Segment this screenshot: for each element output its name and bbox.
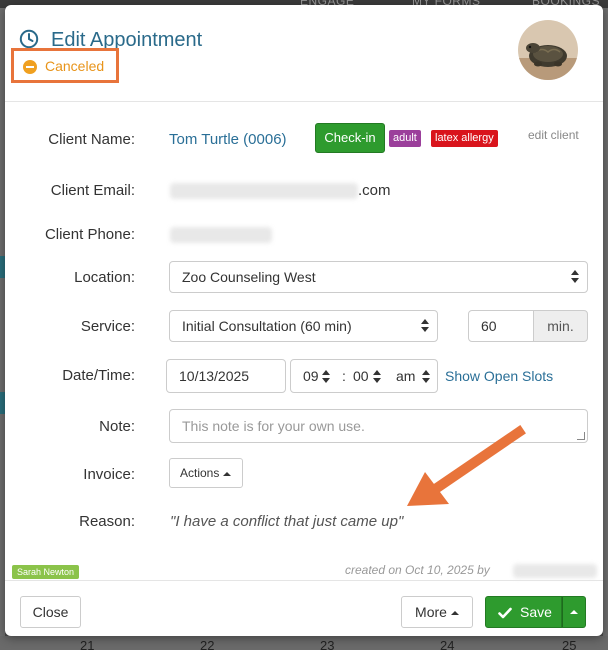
modal-body: Client Name: Tom Turtle (0006) Check-in … [5,102,603,580]
check-icon [498,607,512,619]
service-select[interactable]: Initial Consultation (60 min) [169,310,438,342]
background-calendar-row: 21 22 23 24 25 [0,636,608,650]
bg-day-number: 22 [200,638,215,650]
modal-header: Edit Appointment Canceled [5,5,603,102]
ampm-arrows-icon[interactable] [422,370,430,384]
service-value: Initial Consultation (60 min) [182,318,352,334]
tag-latex-allergy: latex allergy [431,130,498,147]
actions-label: Actions [180,466,220,480]
annotation-arrow-icon [407,425,526,506]
redacted-email [170,183,358,199]
minute-arrows-icon[interactable] [373,370,381,384]
minute-select[interactable]: 00 [353,368,369,384]
background-right-edge [603,8,608,636]
clock-icon [19,29,39,49]
caret-up-icon [450,611,459,616]
bg-day-number: 24 [440,638,455,650]
note-placeholder: This note is for your own use. [182,418,365,434]
time-picker: 09 : 00 am [290,359,438,393]
save-options-button[interactable] [562,596,586,628]
bg-day-number: 21 [80,638,95,650]
more-label: More [415,604,447,620]
hour-arrows-icon[interactable] [322,370,330,384]
more-button[interactable]: More [401,596,473,628]
location-select[interactable]: Zoo Counseling West [169,261,588,293]
note-label: Note: [99,418,135,435]
service-label: Service: [80,318,135,335]
invoice-label: Invoice: [83,466,135,483]
select-arrows-icon [571,270,579,284]
datetime-label: Date/Time: [62,367,135,384]
reason-text: "I have a conflict that just came up" [170,513,404,530]
status-badge: Canceled [11,48,119,83]
date-input[interactable]: 10/13/2025 [166,359,286,393]
duration-input[interactable]: 60 [468,310,534,342]
client-email-label: Client Email: [50,182,135,199]
client-phone-label: Client Phone: [44,226,135,243]
show-open-slots-link[interactable]: Show Open Slots [445,368,553,384]
bg-day-number: 25 [562,638,577,650]
save-label: Save [520,604,552,620]
tag-adult: adult [389,130,421,147]
turtle-avatar-image [518,20,578,80]
status-text: Canceled [45,58,105,74]
time-separator: : [342,368,346,384]
client-avatar [518,20,578,80]
location-label: Location: [74,269,135,286]
client-name-link[interactable]: Tom Turtle (0006) [169,131,287,148]
ampm-select[interactable]: am [396,368,415,384]
redacted-phone [170,227,272,243]
client-email-suffix: .com [358,182,391,199]
resize-handle-icon[interactable] [577,432,585,440]
check-in-button[interactable]: Check-in [315,123,385,153]
save-button[interactable]: Save [485,596,562,628]
location-value: Zoo Counseling West [182,269,316,285]
hour-select[interactable]: 09 [303,368,319,384]
reason-label: Reason: [79,513,135,530]
caret-up-icon [223,471,232,476]
duration-unit: min. [533,310,588,342]
staff-badge: Sarah Newton [12,565,80,579]
edit-client-link[interactable]: edit client [528,128,579,142]
edit-appointment-modal: Edit Appointment Canceled Client Name: T… [5,5,603,636]
bg-day-number: 23 [320,638,335,650]
client-name-label: Client Name: [48,131,135,148]
created-info: created on Oct 10, 2025 by [345,563,490,577]
modal-footer: Close More Save [5,580,603,636]
close-button[interactable]: Close [20,596,81,628]
minus-circle-icon [23,60,37,74]
select-arrows-icon [421,319,429,333]
actions-button[interactable]: Actions [169,458,243,488]
redacted-creator [513,564,597,578]
